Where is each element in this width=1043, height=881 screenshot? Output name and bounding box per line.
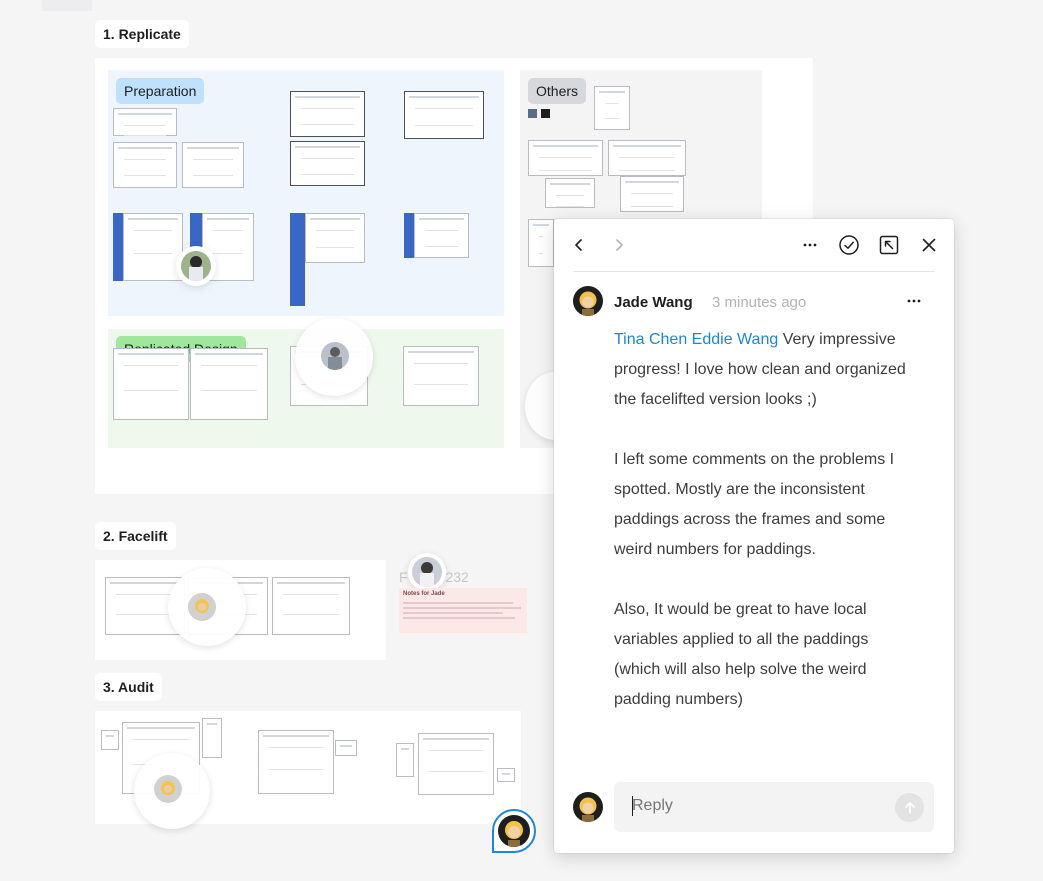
comment-body: Tina Chen Eddie Wang Very impressive pro… [614, 325, 914, 715]
frame-thumbnail[interactable] [272, 577, 350, 635]
frame-thumbnail[interactable] [620, 176, 684, 212]
avatar [181, 251, 211, 281]
resolve-button[interactable] [837, 233, 861, 257]
tag-preparation[interactable]: Preparation [116, 78, 205, 104]
avatar [188, 593, 216, 621]
next-comment-button[interactable] [607, 233, 631, 257]
frame-thumbnail[interactable] [404, 91, 484, 139]
annotation-thumb [396, 743, 414, 777]
comment-author[interactable]: Jade Wang [614, 294, 693, 311]
annotation-thumb [497, 768, 515, 782]
frame-thumbnail[interactable] [418, 733, 494, 795]
collaborator-avatar-bubble[interactable] [134, 753, 210, 829]
comment-timestamp: 3 minutes ago [712, 294, 807, 311]
annotation-thumb [335, 740, 357, 756]
collaborator-avatar-bubble[interactable] [295, 318, 373, 396]
send-reply-button[interactable] [895, 793, 924, 822]
frame-sidebar-thumb [113, 213, 123, 281]
frame-thumbnail[interactable] [608, 140, 686, 176]
collaborator-avatar-bubble[interactable] [168, 568, 246, 646]
previous-comment-button[interactable] [567, 233, 591, 257]
frame-thumbnail[interactable] [290, 91, 365, 137]
section-label-facelift[interactable]: 2. Facelift [95, 522, 176, 550]
comment-pin[interactable] [492, 809, 536, 853]
color-swatch [541, 109, 550, 118]
comment-panel[interactable]: Jade Wang 3 minutes ago Tina Chen Eddie … [554, 219, 954, 853]
frame-thumbnail[interactable] [190, 348, 268, 420]
thread-more-button[interactable] [798, 233, 822, 257]
annotation-thumb [202, 718, 222, 758]
frame-thumbnail[interactable] [258, 730, 334, 794]
collaborator-avatar-bubble[interactable] [176, 246, 216, 286]
tag-others[interactable]: Others [528, 78, 587, 104]
more-horizontal-icon [803, 243, 817, 247]
reply-box[interactable] [614, 782, 934, 832]
avatar [154, 775, 182, 803]
frame-label-number: 232 [445, 569, 469, 585]
color-swatch [528, 109, 537, 118]
comment-more-button[interactable] [902, 289, 926, 313]
canvas-top-stub [42, 0, 92, 11]
avatar [321, 342, 349, 370]
avatar [573, 286, 603, 316]
chevron-right-icon [616, 239, 623, 251]
close-icon [922, 238, 936, 252]
frame-label-prefix: F [399, 569, 408, 585]
frame-thumbnail[interactable] [113, 142, 177, 188]
comment-paragraph: I left some comments on the problems I s… [614, 451, 895, 558]
collaborator-avatar-bubble[interactable] [408, 553, 446, 591]
close-button[interactable] [917, 233, 941, 257]
frame-sidebar-thumb [404, 213, 414, 258]
arrow-up-icon [904, 801, 915, 814]
comment-paragraph: Tina Chen Eddie Wang Very impressive pro… [614, 325, 914, 415]
comment-paragraph: Also, It would be great to have local va… [614, 601, 869, 708]
section-label-replicate[interactable]: 1. Replicate [95, 20, 189, 48]
arrow-up-left-box-icon [879, 235, 899, 255]
avatar [573, 792, 603, 822]
section-label-audit[interactable]: 3. Audit [95, 673, 162, 701]
avatar [498, 815, 530, 847]
sticky-note[interactable]: Notes for Jade [399, 588, 527, 633]
frame-thumbnail[interactable] [305, 213, 365, 263]
frame-thumbnail[interactable] [545, 178, 595, 208]
frame-thumbnail[interactable] [113, 348, 189, 420]
sticky-note-title: Notes for Jade [403, 591, 445, 597]
annotation-thumb [101, 730, 119, 750]
frame-thumbnail[interactable] [528, 140, 603, 176]
frame-thumbnail[interactable] [414, 213, 469, 258]
frame-thumbnail[interactable] [113, 108, 177, 136]
mention-link[interactable]: Tina Chen Eddie Wang [614, 331, 778, 348]
reply-input[interactable] [632, 797, 882, 815]
frame-sidebar-thumb [290, 213, 305, 306]
chevron-left-icon [575, 239, 582, 251]
avatar [412, 557, 442, 587]
frame-thumbnail[interactable] [290, 141, 365, 186]
check-circle-icon [839, 235, 859, 255]
frame-thumbnail[interactable] [123, 213, 183, 281]
frame-thumbnail[interactable] [182, 142, 244, 188]
header-divider [573, 271, 935, 272]
frame-thumbnail[interactable] [594, 86, 630, 130]
popout-button[interactable] [877, 233, 901, 257]
frame-thumbnail[interactable] [403, 346, 479, 406]
frame-thumbnail[interactable] [528, 219, 554, 267]
more-horizontal-icon [907, 299, 921, 303]
